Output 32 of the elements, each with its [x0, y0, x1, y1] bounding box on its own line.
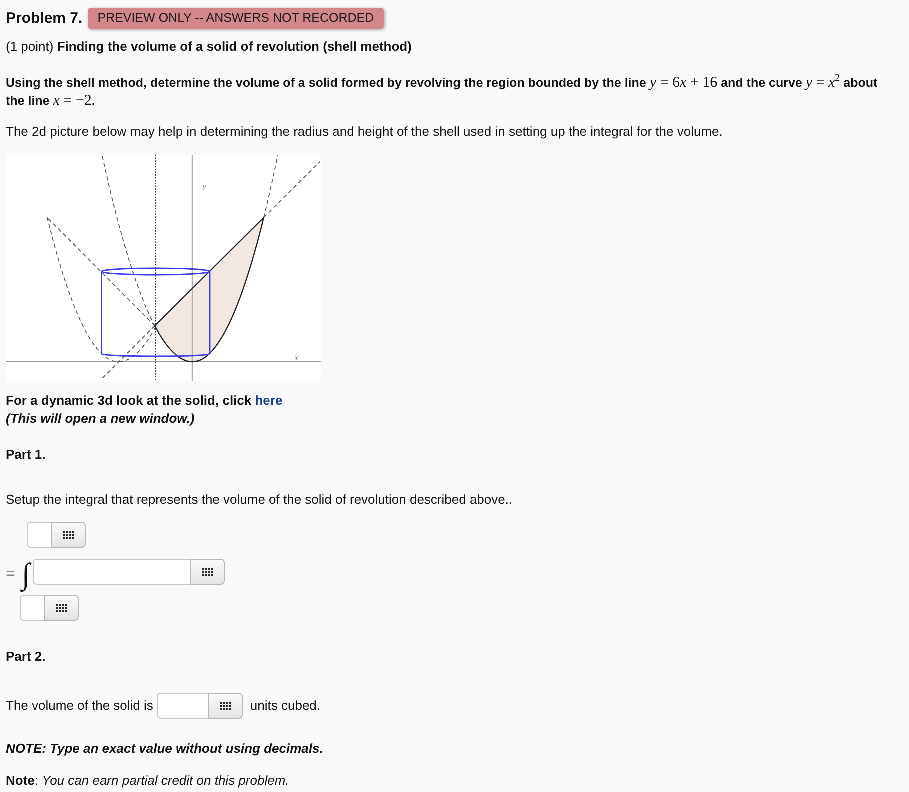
exact-value-note: NOTE: Type an exact value without using decimals. [6, 741, 324, 757]
equals-sign: = [6, 565, 16, 585]
integrand-field[interactable] [33, 559, 190, 585]
partial-credit-note: Note: You can earn partial credit on this problem. [6, 773, 290, 789]
question-text: Setup the integral that represents the volume of the solid of revolution described above.. [6, 492, 513, 508]
units-label: units cubed. [250, 698, 321, 714]
new-window-note: (This will open a new window.) [6, 410, 195, 428]
equation-editor-button[interactable] [190, 559, 226, 585]
upper-limit-field[interactable] [27, 522, 51, 548]
part-title: Part 1. [6, 447, 46, 463]
problem-title: Problem 7. [6, 10, 83, 28]
problem-statement: Using the shell method, determine the volume of a solid formed by revolving the region bounded by the line y = 6x + 16 and the curve y = x$^{2}$ about the line x = −2. [6, 74, 879, 110]
equation-editor-button[interactable] [51, 522, 86, 548]
equation-editor-button[interactable] [44, 595, 79, 621]
answer-label: The volume of the solid is [6, 698, 154, 714]
part-title: Part 2. [6, 649, 46, 665]
volume-answer-field[interactable] [157, 693, 208, 719]
here-link[interactable]: here [255, 393, 283, 408]
dashed-parabola-extension [264, 155, 278, 218]
grid-icon [202, 568, 214, 576]
preview-badge: PREVIEW ONLY -- ANSWERS NOT RECORDED [88, 8, 384, 29]
grid-icon [62, 530, 74, 540]
dashed-line-extension [102, 326, 156, 380]
instruction-text: For a dynamic 3d look at the solid, click here [6, 392, 283, 410]
problem-heading: (1 point) Finding the volume of a solid of revolution (shell method) [6, 39, 412, 55]
integral-sign: ∫ [20, 557, 32, 594]
equation-editor-button[interactable] [208, 693, 244, 719]
grid-icon [56, 604, 68, 612]
dashed-line-extension [264, 162, 320, 218]
lower-limit-field[interactable] [20, 595, 44, 621]
hint-text: The 2d picture below may help in determining the radius and height of the shell used in setting up the integral for the volume. [6, 124, 723, 140]
grid-icon [220, 702, 232, 710]
